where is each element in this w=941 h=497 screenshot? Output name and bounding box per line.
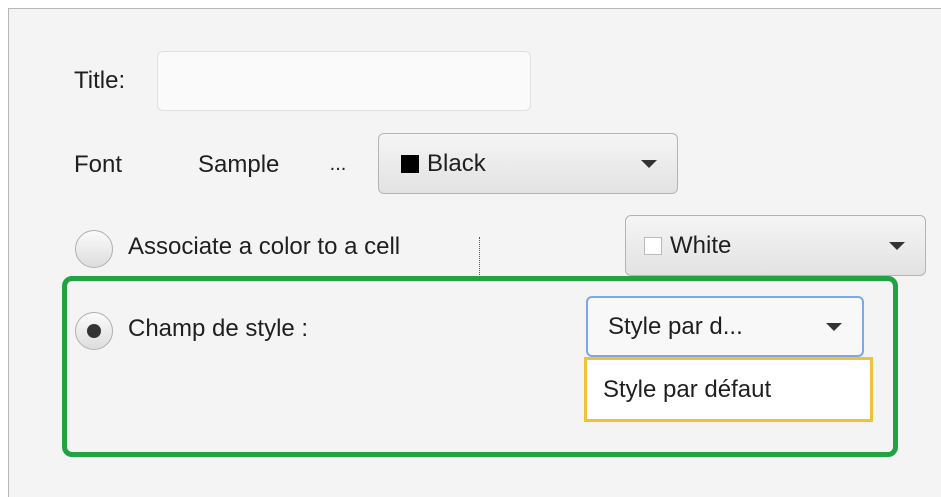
style-field-radio[interactable] [75, 312, 113, 350]
radio-selected-dot [87, 324, 101, 338]
black-swatch-icon [401, 154, 419, 173]
style-dropdown-option[interactable]: Style par défaut [584, 357, 873, 422]
cell-color-radio[interactable] [75, 230, 113, 268]
style-field-dropdown[interactable]: Style par d... [586, 296, 864, 357]
cell-color-value: White [670, 231, 732, 259]
font-chooser-button[interactable]: ... [312, 135, 364, 193]
chevron-down-icon [826, 322, 842, 331]
font-sample: Sample [198, 151, 280, 178]
form-panel: Title: Font Sample ... Black Associate a… [8, 8, 941, 497]
style-field-label[interactable]: Champ de style : [128, 315, 308, 343]
cell-color-option-label[interactable]: Associate a color to a cell [128, 233, 400, 261]
font-label: Font [74, 151, 123, 178]
chevron-down-icon [641, 159, 657, 168]
title-label: Title: [74, 67, 126, 94]
title-input[interactable] [157, 51, 531, 111]
chevron-down-icon [889, 241, 905, 250]
font-color-value: Black [427, 149, 486, 177]
focus-divider [479, 237, 480, 277]
cell-color-dropdown[interactable]: White [625, 215, 926, 276]
font-color-dropdown[interactable]: Black [378, 133, 678, 194]
style-field-value: Style par d... [608, 312, 743, 340]
white-swatch-icon [644, 236, 662, 255]
